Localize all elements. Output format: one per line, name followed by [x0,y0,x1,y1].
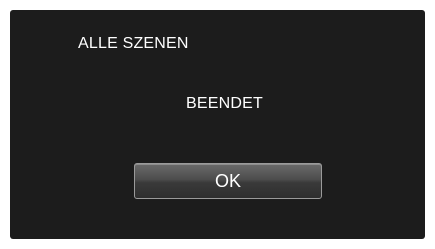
ok-button[interactable]: OK [134,163,322,199]
status-message: BEENDET [186,95,263,112]
dialog-title: ALLE SZENEN [78,35,189,52]
ok-button-label: OK [214,170,241,191]
dialog-screen: ALLE SZENEN BEENDET OK [10,10,425,239]
